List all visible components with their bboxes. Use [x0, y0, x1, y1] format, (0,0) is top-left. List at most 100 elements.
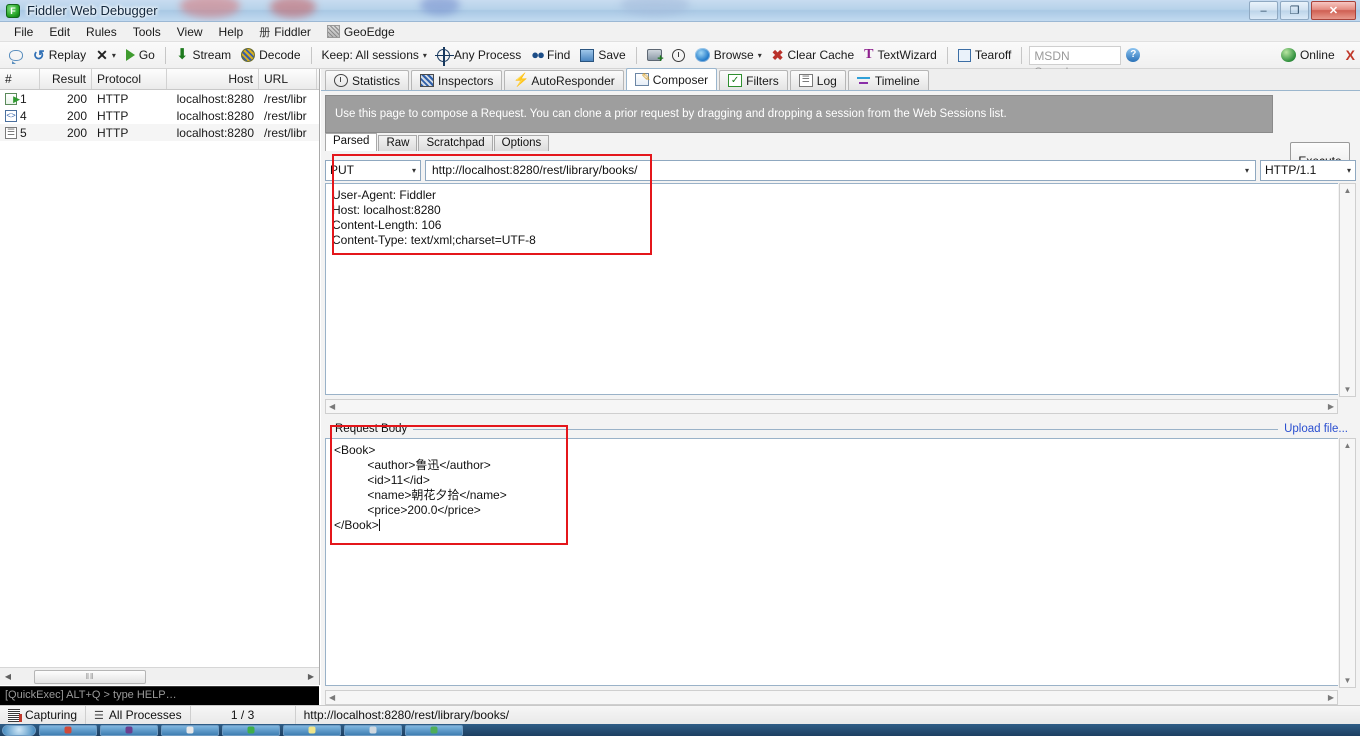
session-host: localhost:8280 [176, 125, 254, 140]
close-button[interactable]: ✕ [1311, 1, 1356, 20]
toolbar-help-button[interactable]: ? [1121, 44, 1145, 66]
menu-help[interactable]: Help [211, 23, 252, 41]
request-headers-input[interactable]: User-Agent: Fiddler Host: localhost:8280… [325, 183, 1338, 395]
taskbar-item-4[interactable] [222, 724, 280, 736]
toolbar-stream-button[interactable]: ⬇ Stream [171, 44, 236, 66]
scroll-left-icon[interactable]: ◀ [329, 693, 335, 702]
column-header-protocol[interactable]: Protocol [92, 69, 167, 89]
scroll-thumb[interactable]: ‖‖ [34, 669, 146, 684]
status-processes[interactable]: ☰ All Processes [86, 705, 191, 725]
toolbar-tearoff-button[interactable]: Tearoff [953, 44, 1016, 66]
http-version-select[interactable]: HTTP/1.1 ▾ [1260, 159, 1356, 181]
scroll-right-icon[interactable]: ▶ [303, 669, 319, 685]
toolbar-keep-dropdown[interactable]: Keep: All sessions ▾ [317, 44, 432, 66]
scroll-right-icon[interactable]: ▶ [1328, 402, 1334, 411]
taskbar-item-6[interactable] [344, 724, 402, 736]
request-body-area: Request Body Upload file... <Book> <auth… [325, 421, 1356, 705]
toolbar-remove-button[interactable]: ✕ ▾ [91, 44, 121, 66]
body-vertical-scrollbar[interactable]: ▲ ▼ [1339, 438, 1356, 688]
tab-log[interactable]: Log [789, 70, 846, 90]
tab-statistics[interactable]: Statistics [325, 70, 410, 90]
taskbar-item-7[interactable] [405, 724, 463, 736]
headers-vertical-scrollbar[interactable]: ▲ ▼ [1339, 183, 1356, 397]
upload-file-link[interactable]: Upload file... [1284, 423, 1356, 435]
table-row[interactable]: 1 200 HTTP localhost:8280 /rest/libr [0, 90, 319, 107]
remove-x-icon: ✕ [96, 47, 108, 63]
table-row[interactable]: <> 4 200 HTTP localhost:8280 /rest/libr [0, 107, 319, 124]
menu-file[interactable]: File [6, 23, 41, 41]
scroll-down-icon[interactable]: ▼ [1344, 674, 1352, 687]
subtab-scratchpad[interactable]: Scratchpad [418, 135, 493, 151]
menu-fiddler[interactable]: 册 Fiddler [251, 22, 319, 42]
online-close-icon[interactable]: X [1346, 47, 1355, 63]
toolbar-go-button[interactable]: Go [121, 44, 160, 66]
toolbar-process-button[interactable]: Any Process [432, 44, 526, 66]
toolbar-online-button[interactable]: Online X [1276, 44, 1360, 66]
menu-tools[interactable]: Tools [125, 23, 169, 41]
minimize-button[interactable]: – [1249, 1, 1278, 20]
menu-view[interactable]: View [169, 23, 211, 41]
start-button[interactable] [2, 724, 36, 736]
tab-autoresponder[interactable]: ⚡ AutoResponder [504, 70, 624, 90]
help-icon: ? [1126, 48, 1141, 62]
web-sessions-list[interactable]: # Result Protocol Host URL 1 200 HTTP lo… [0, 69, 320, 685]
capturing-icon [8, 708, 22, 722]
toolbar-timer-button[interactable] [667, 44, 690, 66]
toolbar-clear-cache-button[interactable]: ✖ Clear Cache [767, 44, 859, 66]
clear-cache-label: Clear Cache [787, 48, 855, 62]
window-controls: – ❐ ✕ [1249, 1, 1356, 20]
sessions-horizontal-scrollbar[interactable]: ◀ ‖‖ ▶ [0, 667, 319, 685]
column-header-url[interactable]: URL [259, 69, 317, 89]
request-url-input[interactable]: http://localhost:8280/rest/library/books… [425, 159, 1256, 181]
subtab-options[interactable]: Options [493, 135, 550, 151]
scroll-up-icon[interactable]: ▲ [1344, 184, 1352, 197]
tab-timeline[interactable]: Timeline [847, 70, 929, 90]
request-body-input[interactable]: <Book> <author>鲁迅</author> <id>11</id> <… [325, 438, 1338, 686]
subtab-raw[interactable]: Raw [378, 135, 418, 151]
scroll-left-icon[interactable]: ◀ [329, 402, 335, 411]
tab-filters[interactable]: ✓ Filters [719, 70, 788, 90]
menu-edit[interactable]: Edit [41, 23, 78, 41]
toolbar-textwizard-button[interactable]: T TextWizard [859, 44, 942, 66]
taskbar-item-1[interactable] [39, 724, 97, 736]
column-header-result[interactable]: Result [40, 69, 92, 89]
menu-rules[interactable]: Rules [78, 23, 125, 41]
body-horizontal-scrollbar[interactable]: ◀ ▶ [325, 690, 1338, 705]
http-method-select[interactable]: PUT ▾ [325, 159, 421, 181]
camera-icon [646, 49, 664, 64]
toolbar-browse-button[interactable]: Browse ▾ [690, 44, 767, 66]
scroll-down-icon[interactable]: ▼ [1344, 383, 1352, 396]
msdn-search-input[interactable]: MSDN Search... [1029, 45, 1122, 79]
scroll-right-icon[interactable]: ▶ [1328, 693, 1334, 702]
taskbar-item-3[interactable] [161, 724, 219, 736]
scroll-up-icon[interactable]: ▲ [1344, 439, 1352, 452]
restore-button[interactable]: ❐ [1280, 1, 1309, 20]
column-header-host[interactable]: Host [167, 69, 259, 89]
headers-horizontal-scrollbar[interactable]: ◀ ▶ [325, 399, 1338, 414]
scroll-left-icon[interactable]: ◀ [0, 669, 16, 685]
table-row[interactable]: 5 200 HTTP localhost:8280 /rest/libr [0, 124, 319, 141]
tab-inspectors[interactable]: Inspectors [411, 70, 503, 90]
request-line: PUT ▾ http://localhost:8280/rest/library… [325, 159, 1356, 181]
scroll-track[interactable]: ‖‖ [16, 669, 303, 685]
toolbar-screenshot-button[interactable] [642, 44, 667, 66]
toolbar-comment-button[interactable] [4, 44, 28, 66]
toolbar-replay-button[interactable]: ↺ Replay [28, 44, 91, 66]
decode-icon [241, 48, 256, 62]
menu-geoedge[interactable]: GeoEdge [319, 23, 403, 41]
taskbar-item-5[interactable] [283, 724, 341, 736]
processes-icon: ☰ [94, 709, 104, 722]
chevron-down-icon[interactable]: ▾ [1245, 166, 1249, 175]
toolbar-save-button[interactable]: Save [575, 44, 630, 66]
tab-composer[interactable]: Composer [625, 68, 718, 90]
quickexec-input[interactable]: [QuickExec] ALT+Q > type HELP… [0, 686, 319, 705]
status-capturing[interactable]: Capturing [0, 705, 87, 725]
taskbar-item-2[interactable] [100, 724, 158, 736]
browser-icon [694, 48, 710, 62]
toolbar-decode-button[interactable]: Decode [236, 44, 305, 66]
session-number-cell: 1 [0, 92, 40, 106]
toolbar-find-button[interactable]: ●● Find [526, 44, 575, 66]
session-number: 1 [20, 91, 27, 106]
column-header-number[interactable]: # [0, 69, 40, 89]
subtab-parsed[interactable]: Parsed [325, 133, 378, 151]
